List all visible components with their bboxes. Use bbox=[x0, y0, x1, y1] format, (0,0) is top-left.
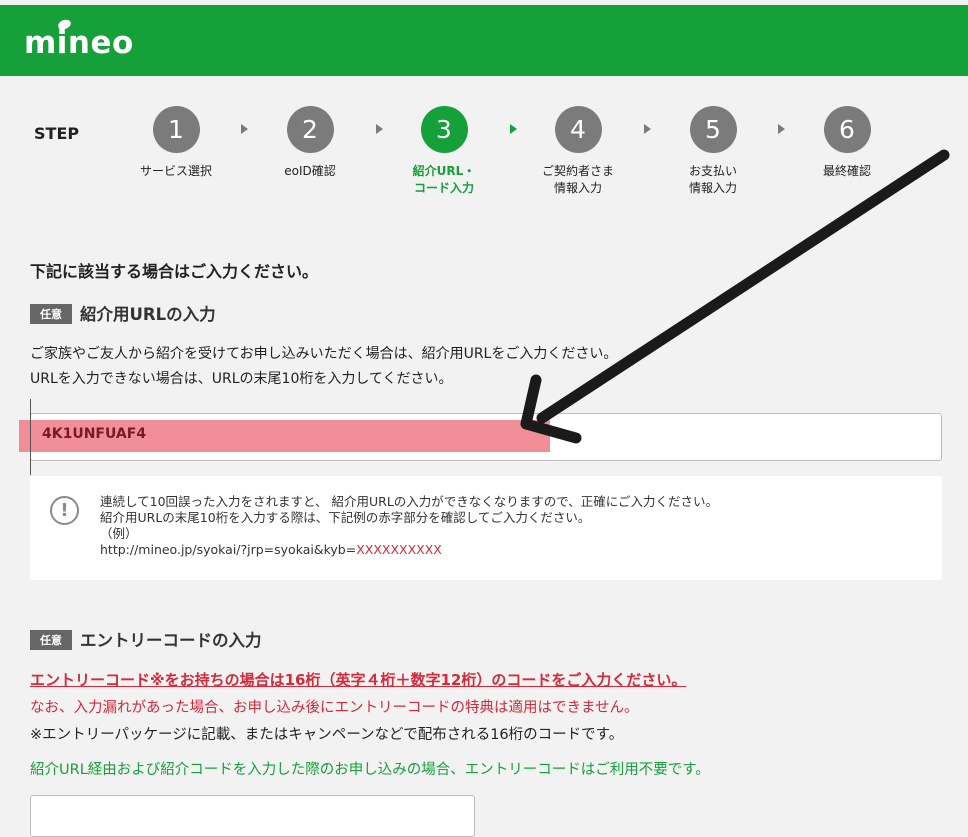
arrow-annotation bbox=[520, 149, 950, 444]
arrow-shaft bbox=[536, 149, 950, 424]
